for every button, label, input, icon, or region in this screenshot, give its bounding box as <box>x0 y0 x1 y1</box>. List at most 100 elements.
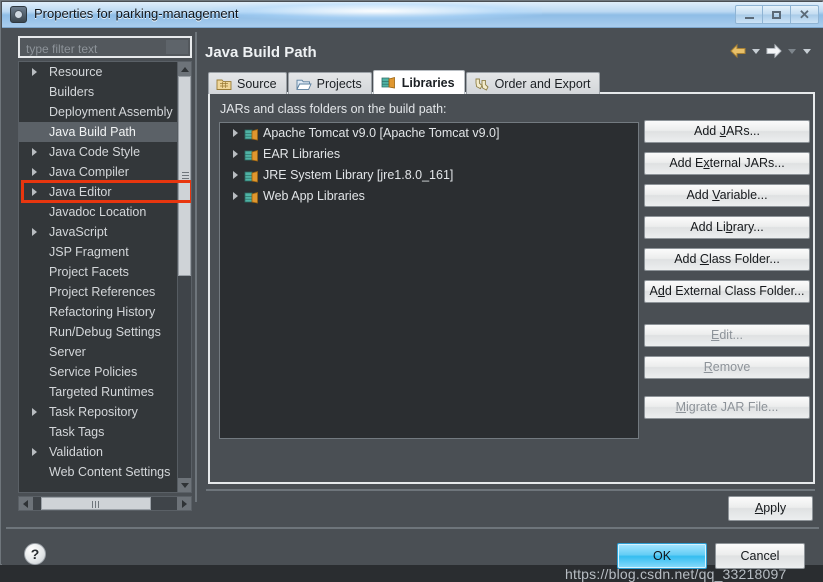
add-class-folder-button[interactable]: Add Class Folder... <box>644 248 810 271</box>
libraries-panel: JARs and class folders on the build path… <box>208 92 815 484</box>
properties-dialog-window: Properties for parking-management ✕ Reso… <box>0 0 823 582</box>
sidebar-item-task-repository[interactable]: Task Repository <box>19 402 191 422</box>
back-history-chevron-down-icon[interactable] <box>750 43 762 59</box>
sidebar-item-label: Targeted Runtimes <box>49 385 154 399</box>
sidebar-item-java-editor[interactable]: Java Editor <box>19 182 191 202</box>
settings-page-column: Java Build Path Source Projects Libraries O… <box>202 34 817 521</box>
column-divider <box>195 32 197 502</box>
expand-arrow-icon[interactable] <box>233 150 238 158</box>
tab-source[interactable]: Source <box>208 72 287 94</box>
forward-arrow-icon[interactable] <box>765 42 783 60</box>
sidebar-item-run-debug-settings[interactable]: Run/Debug Settings <box>19 322 191 342</box>
sidebar-item-builders[interactable]: Builders <box>19 82 191 102</box>
minimize-button[interactable] <box>735 5 763 24</box>
sidebar-item-project-references[interactable]: Project References <box>19 282 191 302</box>
sidebar-item-label: Project Facets <box>49 265 129 279</box>
scroll-down-arrow-icon[interactable] <box>178 478 191 492</box>
library-row[interactable]: Web App Libraries <box>220 186 638 207</box>
search-input[interactable] <box>24 41 178 57</box>
library-books-icon <box>381 76 397 90</box>
help-icon[interactable]: ? <box>24 543 46 565</box>
tab-label: Source <box>237 76 277 91</box>
tree-vertical-scrollbar[interactable] <box>177 62 191 492</box>
library-row-label: EAR Libraries <box>263 147 341 161</box>
expand-arrow-icon[interactable] <box>32 188 37 196</box>
add-variable-button[interactable]: Add Variable... <box>644 184 810 207</box>
view-menu-chevron-down-icon[interactable] <box>801 43 813 59</box>
footer-divider <box>6 527 819 529</box>
tab-order-and-export[interactable]: Order and Export <box>465 72 601 94</box>
library-row[interactable]: JRE System Library [jre1.8.0_161] <box>220 165 638 186</box>
apply-button[interactable]: Apply <box>728 496 813 521</box>
sidebar-item-javadoc-location[interactable]: Javadoc Location <box>19 202 191 222</box>
expand-arrow-icon[interactable] <box>32 68 37 76</box>
sidebar-item-server[interactable]: Server <box>19 342 191 362</box>
expand-arrow-icon[interactable] <box>32 168 37 176</box>
sidebar-item-label: Task Tags <box>49 425 105 439</box>
filter-clear-area[interactable] <box>166 40 188 54</box>
window-controls: ✕ <box>735 5 819 24</box>
add-jars-button[interactable]: Add JARs... <box>644 120 810 143</box>
sidebar-item-resource[interactable]: Resource <box>19 62 191 82</box>
sidebar-item-javascript[interactable]: JavaScript <box>19 222 191 242</box>
forward-history-chevron-down-icon[interactable] <box>786 43 798 59</box>
tab-libraries[interactable]: Libraries <box>372 70 465 94</box>
back-arrow-icon[interactable] <box>729 42 747 60</box>
sidebar-item-service-policies[interactable]: Service Policies <box>19 362 191 382</box>
scroll-right-arrow-icon[interactable] <box>177 497 191 510</box>
tree-horizontal-scroll-thumb[interactable] <box>41 497 151 510</box>
sidebar-item-jsp-fragment[interactable]: JSP Fragment <box>19 242 191 262</box>
expand-arrow-icon[interactable] <box>233 192 238 200</box>
library-row-label: Apache Tomcat v9.0 [Apache Tomcat v9.0] <box>263 126 500 140</box>
expand-arrow-icon[interactable] <box>233 171 238 179</box>
tab-projects[interactable]: Projects <box>287 72 372 94</box>
library-row[interactable]: EAR Libraries <box>220 144 638 165</box>
sidebar-item-deployment-assembly[interactable]: Deployment Assembly <box>19 102 191 122</box>
sidebar-item-label: Resource <box>49 65 103 79</box>
sidebar-item-project-facets[interactable]: Project Facets <box>19 262 191 282</box>
expand-arrow-icon[interactable] <box>32 148 37 156</box>
library-books-icon <box>244 169 259 183</box>
sidebar-item-task-tags[interactable]: Task Tags <box>19 422 191 442</box>
properties-gear-icon <box>10 6 27 23</box>
close-icon: ✕ <box>799 7 810 22</box>
sidebar-item-validation[interactable]: Validation <box>19 442 191 462</box>
watermark-text: https://blog.csdn.net/qq_33218097 <box>565 566 787 582</box>
title-bar: Properties for parking-management ✕ <box>2 2 823 28</box>
sidebar-item-java-build-path[interactable]: Java Build Path <box>19 122 191 142</box>
expand-arrow-icon[interactable] <box>233 129 238 137</box>
sidebar-item-label: Java Code Style <box>49 145 141 159</box>
filter-box[interactable] <box>18 36 192 58</box>
library-row-label: Web App Libraries <box>263 189 365 203</box>
page-navigation-bar <box>729 42 813 60</box>
sidebar-item-refactoring-history[interactable]: Refactoring History <box>19 302 191 322</box>
minimize-icon <box>736 6 762 23</box>
libraries-tree[interactable]: Apache Tomcat v9.0 [Apache Tomcat v9.0] E… <box>219 122 639 439</box>
scroll-left-arrow-icon[interactable] <box>19 497 33 510</box>
add-external-class-folder-button[interactable]: Add External Class Folder... <box>644 280 810 303</box>
window-title: Properties for parking-management <box>34 6 239 21</box>
scroll-up-arrow-icon[interactable] <box>178 62 191 76</box>
library-books-icon <box>244 190 259 204</box>
sidebar-item-java-compiler[interactable]: Java Compiler <box>19 162 191 182</box>
settings-navigation-column: Resource Builders Deployment Assembly Java … <box>10 34 192 511</box>
sidebar-item-targeted-runtimes[interactable]: Targeted Runtimes <box>19 382 191 402</box>
expand-arrow-icon[interactable] <box>32 448 37 456</box>
add-library-button[interactable]: Add Library... <box>644 216 810 239</box>
sidebar-item-label: Java Compiler <box>49 165 129 179</box>
expand-arrow-icon[interactable] <box>32 228 37 236</box>
tree-horizontal-scrollbar[interactable] <box>18 496 192 511</box>
sidebar-item-web-content-settings[interactable]: Web Content Settings <box>19 462 191 482</box>
migrate-jar-file-button: Migrate JAR File... <box>644 396 810 419</box>
tab-label: Projects <box>316 76 362 91</box>
expand-arrow-icon[interactable] <box>32 408 37 416</box>
tree-vertical-scroll-thumb[interactable] <box>178 76 191 276</box>
sidebar-item-java-code-style[interactable]: Java Code Style <box>19 142 191 162</box>
maximize-icon <box>763 6 790 23</box>
maximize-button[interactable] <box>763 5 791 24</box>
library-row[interactable]: Apache Tomcat v9.0 [Apache Tomcat v9.0] <box>220 123 638 144</box>
open-folder-icon <box>295 77 312 91</box>
settings-tree[interactable]: Resource Builders Deployment Assembly Java … <box>18 61 192 493</box>
add-external-jars-button[interactable]: Add External JARs... <box>644 152 810 175</box>
close-button[interactable]: ✕ <box>791 5 819 24</box>
